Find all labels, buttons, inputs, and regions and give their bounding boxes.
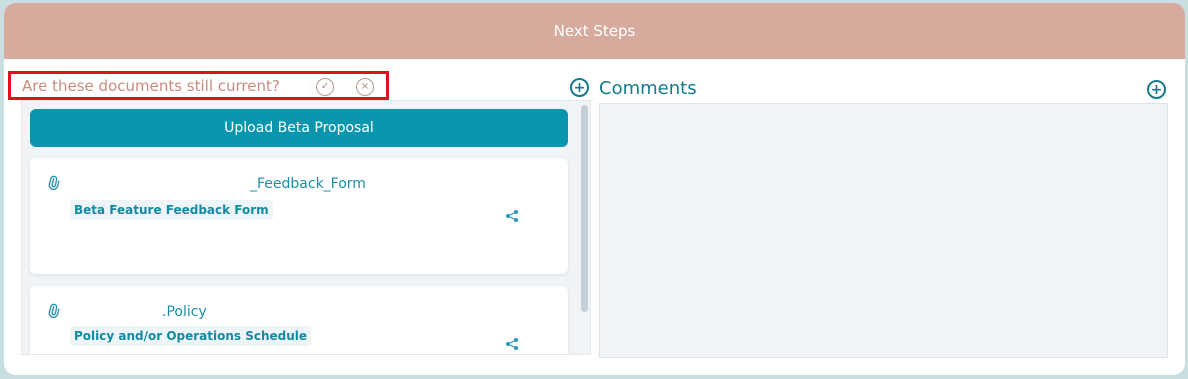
next-steps-panel: Next Steps Are these documents still cur… xyxy=(4,3,1185,375)
panel-title: Next Steps xyxy=(553,22,636,40)
paperclip-icon xyxy=(44,301,63,320)
share-icon[interactable] xyxy=(505,208,519,222)
document-type-tag: Beta Feature Feedback Form xyxy=(70,200,273,220)
document-name-link[interactable]: _Feedback_Form xyxy=(250,176,366,192)
add-document-icon[interactable]: + xyxy=(570,78,589,97)
x-circle-icon[interactable]: × xyxy=(356,78,374,96)
upload-beta-proposal-button[interactable]: Upload Beta Proposal xyxy=(30,109,568,147)
document-currency-question: Are these documents still current? ✓ × xyxy=(8,71,389,100)
panel-header: Next Steps xyxy=(4,3,1185,59)
check-circle-icon[interactable]: ✓ xyxy=(316,78,334,96)
document-card[interactable]: .Policy Policy and/or Operations Schedul… xyxy=(30,286,568,354)
paperclip-icon xyxy=(44,173,63,192)
document-type-tag: Policy and/or Operations Schedule xyxy=(70,326,312,346)
scrollbar-thumb[interactable] xyxy=(581,105,588,312)
add-comment-icon[interactable]: + xyxy=(1147,80,1166,99)
share-icon[interactable] xyxy=(505,336,519,350)
document-name-link[interactable]: .Policy xyxy=(162,304,207,320)
documents-list[interactable]: Upload Beta Proposal _Feedback_Form Beta… xyxy=(21,100,591,355)
comments-area[interactable] xyxy=(599,103,1168,358)
question-text: Are these documents still current? xyxy=(22,76,280,95)
document-card[interactable]: _Feedback_Form Beta Feature Feedback For… xyxy=(30,158,568,274)
comments-title: Comments xyxy=(599,78,697,99)
